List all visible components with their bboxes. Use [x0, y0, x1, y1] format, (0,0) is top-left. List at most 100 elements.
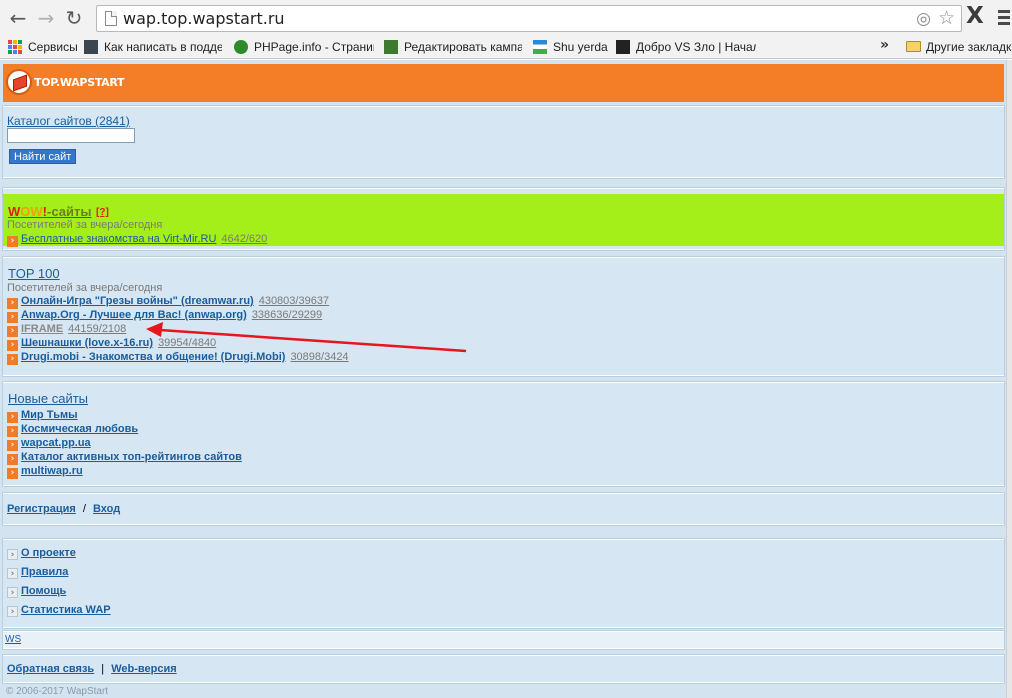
top-site-link[interactable]: Шешнашки (love.x-16.ru): [21, 337, 153, 349]
address-bar[interactable]: wap.top.wapstart.ru ◎ ☆: [96, 5, 962, 32]
top-site-count[interactable]: 30898/3424: [290, 351, 348, 363]
feedback-link[interactable]: Обратная связь: [7, 663, 94, 675]
more-bookmarks-chevron-icon[interactable]: »: [880, 37, 889, 53]
bookmark-phpage[interactable]: PHPage.info - Страница: [234, 38, 374, 56]
forward-arrow-icon[interactable]: →: [34, 6, 58, 30]
ws-box: WS: [3, 631, 1004, 649]
folder-icon: [906, 41, 921, 52]
list-item: › Правила: [7, 566, 72, 580]
extension-x-icon[interactable]: X: [966, 3, 984, 29]
orange-arrow-icon: ›: [7, 312, 18, 323]
top-site-count[interactable]: 44159/2108: [68, 323, 126, 335]
new-sites-link[interactable]: Новые сайты: [8, 391, 88, 406]
top100-box: TOP 100 Посетителей за вчера/сегодня › Он…: [3, 257, 1004, 376]
top-site-link[interactable]: IFRAME: [21, 323, 63, 335]
phpage-icon: [234, 40, 248, 54]
mail-icon: [84, 40, 98, 54]
bookmark-services[interactable]: Сервисы: [8, 38, 78, 56]
new-site-link[interactable]: Каталог активных топ-рейтингов сайтов: [21, 451, 242, 463]
about-link[interactable]: О проекте: [21, 547, 76, 559]
browser-menu-icon[interactable]: [998, 10, 1010, 28]
info-links-box: › О проекте › Правила › Помощь › Статистика …: [3, 539, 1004, 628]
wow-help-link[interactable]: [?]: [96, 207, 109, 218]
search-input[interactable]: [7, 128, 135, 143]
table-row: › IFRAME 44159/2108: [7, 323, 130, 337]
help-link[interactable]: Помощь: [21, 585, 66, 597]
orange-arrow-icon: ›: [7, 354, 18, 365]
bookmark-label: Как написать в подде: [104, 40, 222, 54]
wow-title-rest: -сайты: [47, 204, 92, 219]
gray-arrow-icon: ›: [7, 606, 18, 617]
gray-arrow-icon: ›: [7, 568, 18, 579]
game-icon: [616, 40, 630, 54]
top-site-link[interactable]: Anwap.Org - Лучшее для Вас! (anwap.org): [21, 309, 247, 321]
table-row: › Шешнашки (love.x-16.ru) 39954/4840: [7, 337, 220, 351]
login-link[interactable]: Вход: [93, 503, 120, 515]
top100-visitors-label: Посетителей за вчера/сегодня: [7, 282, 163, 294]
catalog-box: Каталог сайтов (2841) Найти сайт: [3, 106, 1004, 178]
web-version-link[interactable]: Web-версия: [111, 663, 176, 675]
page-scrollbar[interactable]: [1006, 60, 1012, 698]
new-site-link[interactable]: wapcat.pp.ua: [21, 437, 91, 449]
list-item: › multiwap.ru: [7, 465, 87, 479]
bookmark-support[interactable]: Как написать в подде: [84, 38, 222, 56]
new-sites-box: Новые сайты › Мир Тьмы › Космическая любов…: [3, 382, 1004, 486]
bookmark-shu-yerda[interactable]: Shu yerda: [533, 38, 609, 56]
site-logo-text[interactable]: TOP.WAPSTART: [34, 76, 125, 89]
auth-box: Регистрация / Вход: [3, 493, 1004, 525]
auth-separator: /: [82, 503, 86, 515]
orange-arrow-icon: ›: [7, 298, 18, 309]
orange-arrow-icon: ›: [7, 326, 18, 337]
new-site-link[interactable]: multiwap.ru: [21, 465, 83, 477]
orange-arrow-icon: ›: [7, 454, 18, 465]
back-arrow-icon[interactable]: ←: [6, 6, 30, 30]
wow-site-link[interactable]: Бесплатные знакомства на Virt-Mir.RU: [21, 233, 216, 245]
top-site-count[interactable]: 338636/29299: [252, 309, 322, 321]
location-icon[interactable]: ◎: [916, 9, 931, 29]
bookmark-label: PHPage.info - Страница: [254, 40, 374, 54]
top100-link[interactable]: TOP 100: [8, 266, 60, 281]
footer-separator: |: [101, 663, 105, 675]
reload-icon[interactable]: ↻: [62, 6, 86, 30]
wow-site-count[interactable]: 4642/620: [221, 233, 267, 245]
top-site-link[interactable]: Онлайн-Игра "Грезы войны" (dreamwar.ru): [21, 295, 254, 307]
edit-icon: [384, 40, 398, 54]
other-bookmarks[interactable]: Другие закладки: [906, 38, 1012, 56]
orange-arrow-icon: ›: [7, 468, 18, 479]
register-link[interactable]: Регистрация: [7, 503, 76, 515]
bookmark-label: Редактировать кампан: [404, 40, 522, 54]
bookmark-dobro-vs-zlo[interactable]: Добро VS Зло | Начало: [616, 38, 756, 56]
top-site-count[interactable]: 430803/39637: [259, 295, 329, 307]
orange-arrow-icon: ›: [7, 340, 18, 351]
footer-box: Обратная связь | Web-версия: [3, 655, 1004, 683]
bookmark-star-icon[interactable]: ☆: [938, 7, 955, 29]
flag-icon: [533, 40, 547, 54]
catalog-link[interactable]: Каталог сайтов (2841): [7, 114, 130, 128]
table-row: › Anwap.Org - Лучшее для Вас! (anwap.org)…: [7, 309, 326, 323]
wap-stats-link[interactable]: Статистика WAP: [21, 604, 111, 616]
bookmark-label: Shu yerda: [553, 40, 608, 54]
rules-link[interactable]: Правила: [21, 566, 68, 578]
gray-arrow-icon: ›: [7, 549, 18, 560]
orange-arrow-icon: ›: [7, 426, 18, 437]
list-item: › Статистика WAP: [7, 604, 115, 618]
url-text[interactable]: wap.top.wapstart.ru: [123, 9, 285, 28]
page-viewport: TOP.WAPSTART Каталог сайтов (2841) Найти…: [0, 60, 1012, 698]
wow-sites-link[interactable]: WOW!-сайты: [8, 204, 91, 219]
bookmarks-bar: Сервисы Как написать в подде PHPage.info…: [0, 36, 1012, 58]
top-site-count[interactable]: 39954/4840: [158, 337, 216, 349]
list-item: › Каталог активных топ-рейтингов сайтов: [7, 451, 246, 465]
new-site-link[interactable]: Космическая любовь: [21, 423, 138, 435]
orange-arrow-icon: ›: [7, 236, 18, 247]
table-row: › Drugi.mobi - Знакомства и общение! (Dru…: [7, 351, 353, 365]
top-site-link[interactable]: Drugi.mobi - Знакомства и общение! (Drug…: [21, 351, 285, 363]
wow-title-w: W: [8, 204, 21, 219]
new-site-link[interactable]: Мир Тьмы: [21, 409, 78, 421]
bookmark-edit-campaign[interactable]: Редактировать кампан: [384, 38, 522, 56]
ws-link[interactable]: WS: [5, 634, 21, 645]
list-item: › О проекте: [7, 547, 80, 561]
find-site-button[interactable]: Найти сайт: [9, 149, 77, 164]
footer-row: Обратная связь | Web-версия: [7, 663, 181, 677]
wow-box: WOW!-сайты [?] Посетителей за вчера/сего…: [3, 194, 1004, 247]
site-logo-icon[interactable]: [6, 69, 32, 95]
